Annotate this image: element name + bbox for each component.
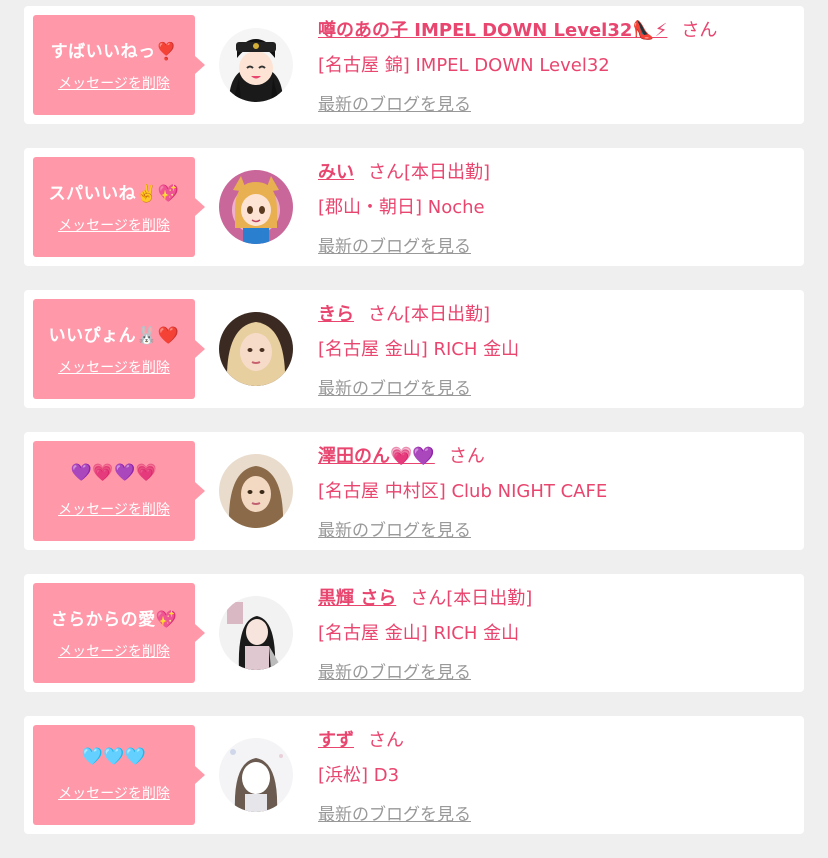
delete-message-link[interactable]: メッセージを削除 — [33, 641, 195, 661]
message-card: スパいいね✌️💖 メッセージを削除 みい さん[本日出勤] [郡山・朝日] Noc… — [24, 148, 804, 266]
honorific: さん — [681, 20, 718, 41]
shift-status: [本日出勤] — [446, 588, 533, 609]
delete-message-link[interactable]: メッセージを削除 — [33, 357, 195, 377]
message-bubble: さらからの愛💖 メッセージを削除 — [33, 583, 205, 683]
message-text: 💜💗💜💗 — [70, 463, 158, 483]
cast-name-link[interactable]: きら — [318, 304, 354, 325]
message-text: さらからの愛💖 — [50, 610, 178, 630]
message-bubble: 💜💗💜💗 メッセージを削除 — [33, 441, 205, 541]
latest-blog-link[interactable]: 最新のブログを見る — [318, 90, 471, 115]
message-card: いいぴょん🐰❤️ メッセージを削除 きら さん[本日出勤] [名古屋 金山] RI… — [24, 290, 804, 408]
shift-status: [本日出勤] — [404, 304, 491, 325]
message-text: すばいいねっ❣️ — [50, 42, 178, 62]
message-text: いいぴょん🐰❤️ — [48, 326, 180, 346]
shop-info: [浜松] D3 — [318, 765, 400, 786]
latest-blog-link[interactable]: 最新のブログを見る — [318, 800, 471, 825]
latest-blog-link[interactable]: 最新のブログを見る — [318, 516, 471, 541]
shift-status: [本日出勤] — [404, 162, 491, 183]
honorific: さん — [368, 730, 404, 751]
cast-name-line: きら さん[本日出勤] — [318, 300, 490, 326]
blurred-face-avatar-icon[interactable] — [219, 738, 293, 812]
delete-message-link[interactable]: メッセージを削除 — [33, 783, 195, 803]
message-card: 💜💗💜💗 メッセージを削除 澤田のん💗💜 さん [名古屋 中村区] Club NI… — [24, 432, 804, 550]
cast-name-line: 噂のあの子 IMPEL DOWN Level32👠⚡ さん — [318, 16, 717, 42]
message-bubble: スパいいね✌️💖 メッセージを削除 — [33, 157, 205, 257]
cast-name-link[interactable]: 澤田のん💗💜 — [318, 446, 435, 467]
cast-name-line: 黒輝 さら さん[本日出勤] — [318, 584, 532, 610]
anime-cat-girl-avatar-icon[interactable] — [219, 170, 293, 244]
delete-message-link[interactable]: メッセージを削除 — [33, 499, 195, 519]
cast-name-link[interactable]: すず — [318, 730, 354, 751]
blonde-woman-photo-avatar-icon[interactable] — [219, 312, 293, 386]
message-card: 🩵🩵🩵 メッセージを削除 すず さん [浜松] D3 最新のブログを見る — [24, 716, 804, 834]
cast-name-line: 澤田のん💗💜 さん — [318, 442, 485, 468]
message-bubble: 🩵🩵🩵 メッセージを削除 — [33, 725, 205, 825]
honorific: さん — [448, 446, 485, 467]
anime-girl-police-avatar-icon[interactable] — [219, 28, 293, 102]
cast-name-link[interactable]: 黒輝 さら — [318, 588, 396, 609]
delete-message-link[interactable]: メッセージを削除 — [33, 73, 195, 93]
honorific: さん — [368, 162, 404, 183]
message-bubble: すばいいねっ❣️ メッセージを削除 — [33, 15, 205, 115]
shop-info: [名古屋 中村区] Club NIGHT CAFE — [318, 481, 608, 502]
message-text: 🩵🩵🩵 — [81, 747, 147, 767]
shop-info: [名古屋 金山] RICH 金山 — [318, 623, 520, 644]
cast-name-line: みい さん[本日出勤] — [318, 158, 490, 184]
shop-info: [名古屋 錦] IMPEL DOWN Level32 — [318, 55, 610, 76]
delete-message-link[interactable]: メッセージを削除 — [33, 215, 195, 235]
message-bubble: いいぴょん🐰❤️ メッセージを削除 — [33, 299, 205, 399]
message-card: すばいいねっ❣️ メッセージを削除 噂のあの子 IMPEL DOWN Level… — [24, 6, 804, 124]
honorific: さん — [410, 588, 447, 609]
latest-blog-link[interactable]: 最新のブログを見る — [318, 658, 471, 683]
shop-info: [郡山・朝日] Noche — [318, 197, 485, 218]
cast-name-link[interactable]: 噂のあの子 IMPEL DOWN Level32👠⚡ — [318, 20, 667, 41]
magazine-cover-avatar-icon[interactable] — [219, 596, 293, 670]
cast-name-line: すず さん — [318, 726, 404, 752]
shop-info: [名古屋 金山] RICH 金山 — [318, 339, 520, 360]
latest-blog-link[interactable]: 最新のブログを見る — [318, 374, 471, 399]
cast-name-link[interactable]: みい — [318, 162, 354, 183]
message-card: さらからの愛💖 メッセージを削除 黒輝 さら さん[本日出勤] [名古屋 金山] … — [24, 574, 804, 692]
message-text: スパいいね✌️💖 — [48, 184, 180, 204]
honorific: さん — [368, 304, 404, 325]
latest-blog-link[interactable]: 最新のブログを見る — [318, 232, 471, 257]
woman-photo-avatar-icon[interactable] — [219, 454, 293, 528]
